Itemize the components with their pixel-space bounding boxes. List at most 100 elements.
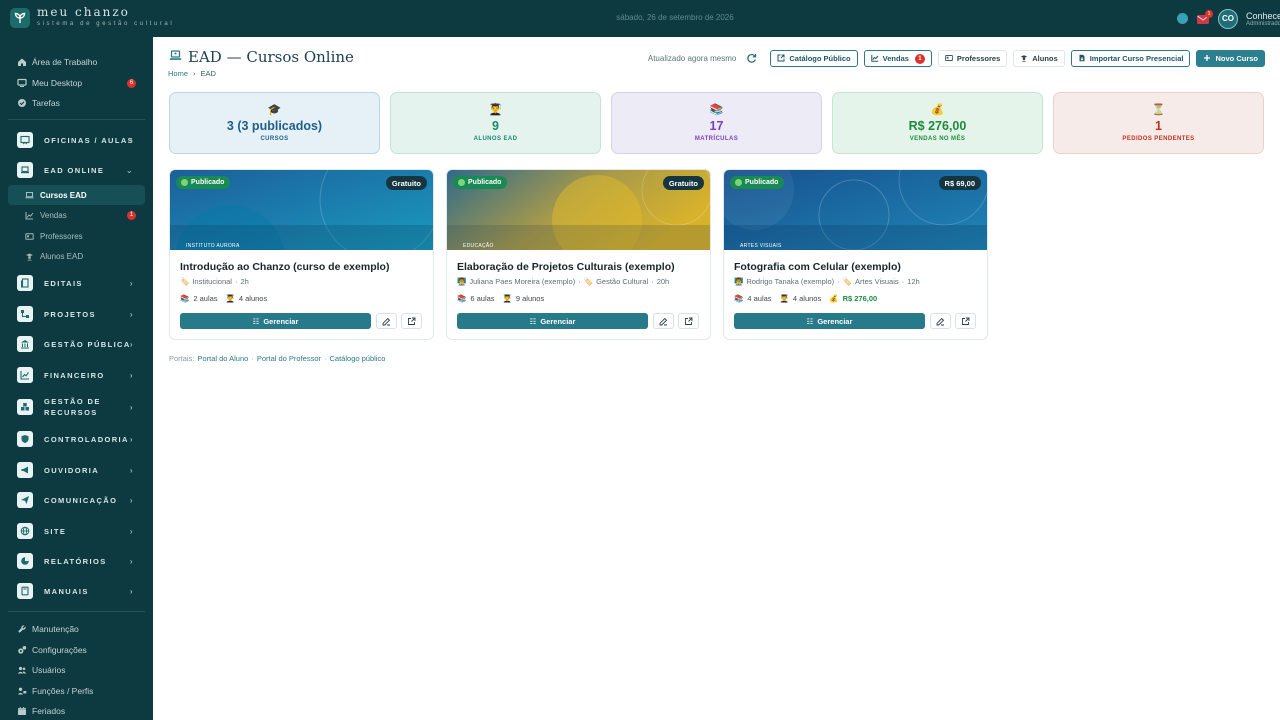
sidebar-group-ead-online[interactable]: EAD ONLINE ⌄	[0, 157, 153, 183]
sidebar-item-vendas[interactable]: Vendas 1	[0, 205, 153, 225]
sidebar-item-area-trabalho[interactable]: Área de Trabalho	[0, 52, 153, 72]
manage-button[interactable]: ☷ Gerenciar	[457, 313, 648, 329]
course-cover[interactable]: Publicado R$ 69,00 ARTES VISUAIS	[724, 170, 987, 250]
sidebar-group-ouvidoria[interactable]: OUVIDORIA ›	[0, 457, 153, 483]
student-portal-link[interactable]: Portal do Aluno	[197, 354, 248, 363]
import-course-button[interactable]: Importar Curso Presencial	[1070, 50, 1191, 67]
sidebar-item-label: Funções / Perfis	[32, 686, 94, 696]
manage-label: Gerenciar	[540, 316, 576, 326]
tag-icon: 🏷️	[180, 277, 190, 286]
open-external-button[interactable]	[401, 313, 422, 329]
diagram-icon	[17, 306, 33, 322]
sidebar-group-controladoria[interactable]: CONTROLADORIA ›	[0, 426, 153, 452]
notifications-icon[interactable]: 1	[1196, 9, 1213, 25]
laptop-icon	[169, 48, 182, 66]
status-badge: Publicado	[730, 176, 785, 189]
file-import-icon	[1078, 54, 1086, 64]
open-external-button[interactable]	[678, 313, 699, 329]
sidebar-group-comunicacao[interactable]: COMUNICAÇÃO ›	[0, 487, 153, 513]
sidebar-item-configuracoes[interactable]: Configurações	[0, 640, 153, 660]
public-catalog-button[interactable]: Catálogo Público	[770, 50, 858, 67]
course-title[interactable]: Introdução ao Chanzo (curso de exemplo)	[180, 261, 389, 273]
tag-icon: 🏷️	[583, 277, 594, 286]
sales-button[interactable]: Vendas 1	[863, 50, 932, 67]
sidebar-item-feriados[interactable]: Feriados	[0, 701, 153, 720]
user-avatar[interactable]: CO	[1218, 8, 1238, 29]
sidebar-group-gestao-recursos[interactable]: GESTÃO DE RECURSOS ›	[0, 394, 153, 420]
sidebar-group-projetos[interactable]: PROJETOS ›	[0, 301, 153, 327]
pie-chart-icon	[17, 553, 33, 569]
vendas-badge: 1	[127, 210, 136, 220]
chevron-right-icon: ›	[129, 434, 134, 444]
sales-badge: 1	[914, 53, 925, 64]
course-cover[interactable]: Publicado Gratuito INSTITUTO AURORA	[170, 170, 433, 250]
lessons-count: 4 aulas	[747, 294, 772, 303]
breadcrumb-home[interactable]: Home	[168, 69, 188, 78]
sidebar-group-manuais[interactable]: MANUAIS ›	[0, 578, 153, 604]
sidebar-group-site[interactable]: SITE ›	[0, 518, 153, 544]
sidebar-item-label: Área de Trabalho	[32, 57, 98, 67]
lessons-count: 2 aulas	[193, 294, 218, 303]
students-button[interactable]: Alunos	[1013, 50, 1065, 67]
course-cover[interactable]: Publicado Gratuito EDUCAÇÃO	[447, 170, 710, 250]
teacher-icon: 👨‍🏫	[457, 277, 467, 286]
teachers-button[interactable]: Professores	[937, 50, 1008, 67]
sidebar-group-oficinas[interactable]: OFICINAS / AULAS ›	[0, 127, 153, 153]
page-title-text: EAD — Cursos Online	[188, 48, 354, 66]
sidebar-group-relatorios[interactable]: RELATÓRIOS ›	[0, 548, 153, 574]
sidebar-group-gestao-publica[interactable]: GESTÃO PÚBLICA ›	[0, 331, 153, 357]
separator: ·	[234, 277, 238, 286]
sidebar-item-tarefas[interactable]: Tarefas	[0, 93, 153, 113]
sidebar-item-label: Usuários	[32, 665, 66, 675]
stat-value: 9	[492, 119, 499, 133]
sidebar-item-cursos-ead[interactable]: Cursos EAD	[8, 185, 145, 205]
course-area: ARTES VISUAIS	[740, 243, 782, 249]
student-icon: 👨‍🎓	[502, 294, 512, 303]
sidebar-group-label: EAD ONLINE	[44, 165, 105, 175]
new-course-button[interactable]: Novo Curso	[1196, 50, 1265, 67]
sidebar-item-usuarios[interactable]: Usuários	[0, 660, 153, 680]
course-title[interactable]: Fotografia com Celular (exemplo)	[734, 261, 901, 273]
chevron-right-icon: ›	[129, 339, 134, 349]
edit-button[interactable]	[930, 313, 951, 329]
chart-line-icon	[25, 211, 34, 220]
calendar-icon	[17, 706, 27, 716]
student-icon	[1020, 54, 1028, 64]
chalkboard-icon	[17, 132, 33, 148]
sidebar-item-meu-desktop[interactable]: Meu Desktop 6	[0, 73, 153, 93]
stat-label: VENDAS NO MÊS	[909, 136, 966, 142]
course-title[interactable]: Elaboração de Projetos Culturais (exempl…	[457, 261, 675, 273]
sidebar-group-label: CONTROLADORIA	[44, 434, 129, 444]
check-circle-icon[interactable]	[1177, 13, 1188, 24]
tag-icon: 🏷️	[842, 277, 853, 286]
user-menu[interactable]: Conhecer Administrador	[1246, 11, 1280, 27]
manage-button[interactable]: ☷ Gerenciar	[734, 313, 925, 329]
separator: ·	[901, 277, 905, 286]
users-icon	[17, 665, 27, 675]
edit-button[interactable]	[376, 313, 397, 329]
sidebar-item-manutencao[interactable]: Manutenção	[0, 619, 153, 639]
course-area: INSTITUTO AURORA	[186, 243, 240, 249]
sidebar-group-financeiro[interactable]: FINANCEIRO ›	[0, 362, 153, 388]
public-catalog-link[interactable]: Catálogo público	[330, 354, 386, 363]
sidebar-item-professores[interactable]: Professores	[0, 226, 153, 246]
refresh-icon[interactable]	[744, 52, 758, 66]
external-link-icon	[408, 317, 416, 325]
user-name: Conhecer	[1246, 10, 1280, 21]
teacher-portal-link[interactable]: Portal do Professor	[257, 354, 321, 363]
status-badge: Publicado	[176, 176, 231, 189]
gears-icon	[17, 645, 27, 655]
course-stats: 📚 6 aulas 👨‍🎓 9 alunos	[457, 294, 544, 303]
sidebar-item-alunos-ead[interactable]: Alunos EAD	[0, 246, 153, 266]
hourglass-icon: ⏳	[1151, 104, 1166, 116]
sidebar-item-funcoes-perfis[interactable]: Funções / Perfis	[0, 681, 153, 701]
separator: ·	[651, 277, 654, 286]
manage-button[interactable]: ☷ Gerenciar	[180, 313, 371, 329]
status-text: Publicado	[191, 179, 225, 186]
open-external-button[interactable]	[955, 313, 976, 329]
sidebar-group-label: OFICINAS / AULAS	[44, 135, 135, 145]
edit-button[interactable]	[653, 313, 674, 329]
sidebar-group-editais[interactable]: EDITAIS ›	[0, 270, 153, 296]
public-catalog-label: Catálogo Público	[789, 54, 851, 63]
edit-icon	[382, 317, 391, 325]
